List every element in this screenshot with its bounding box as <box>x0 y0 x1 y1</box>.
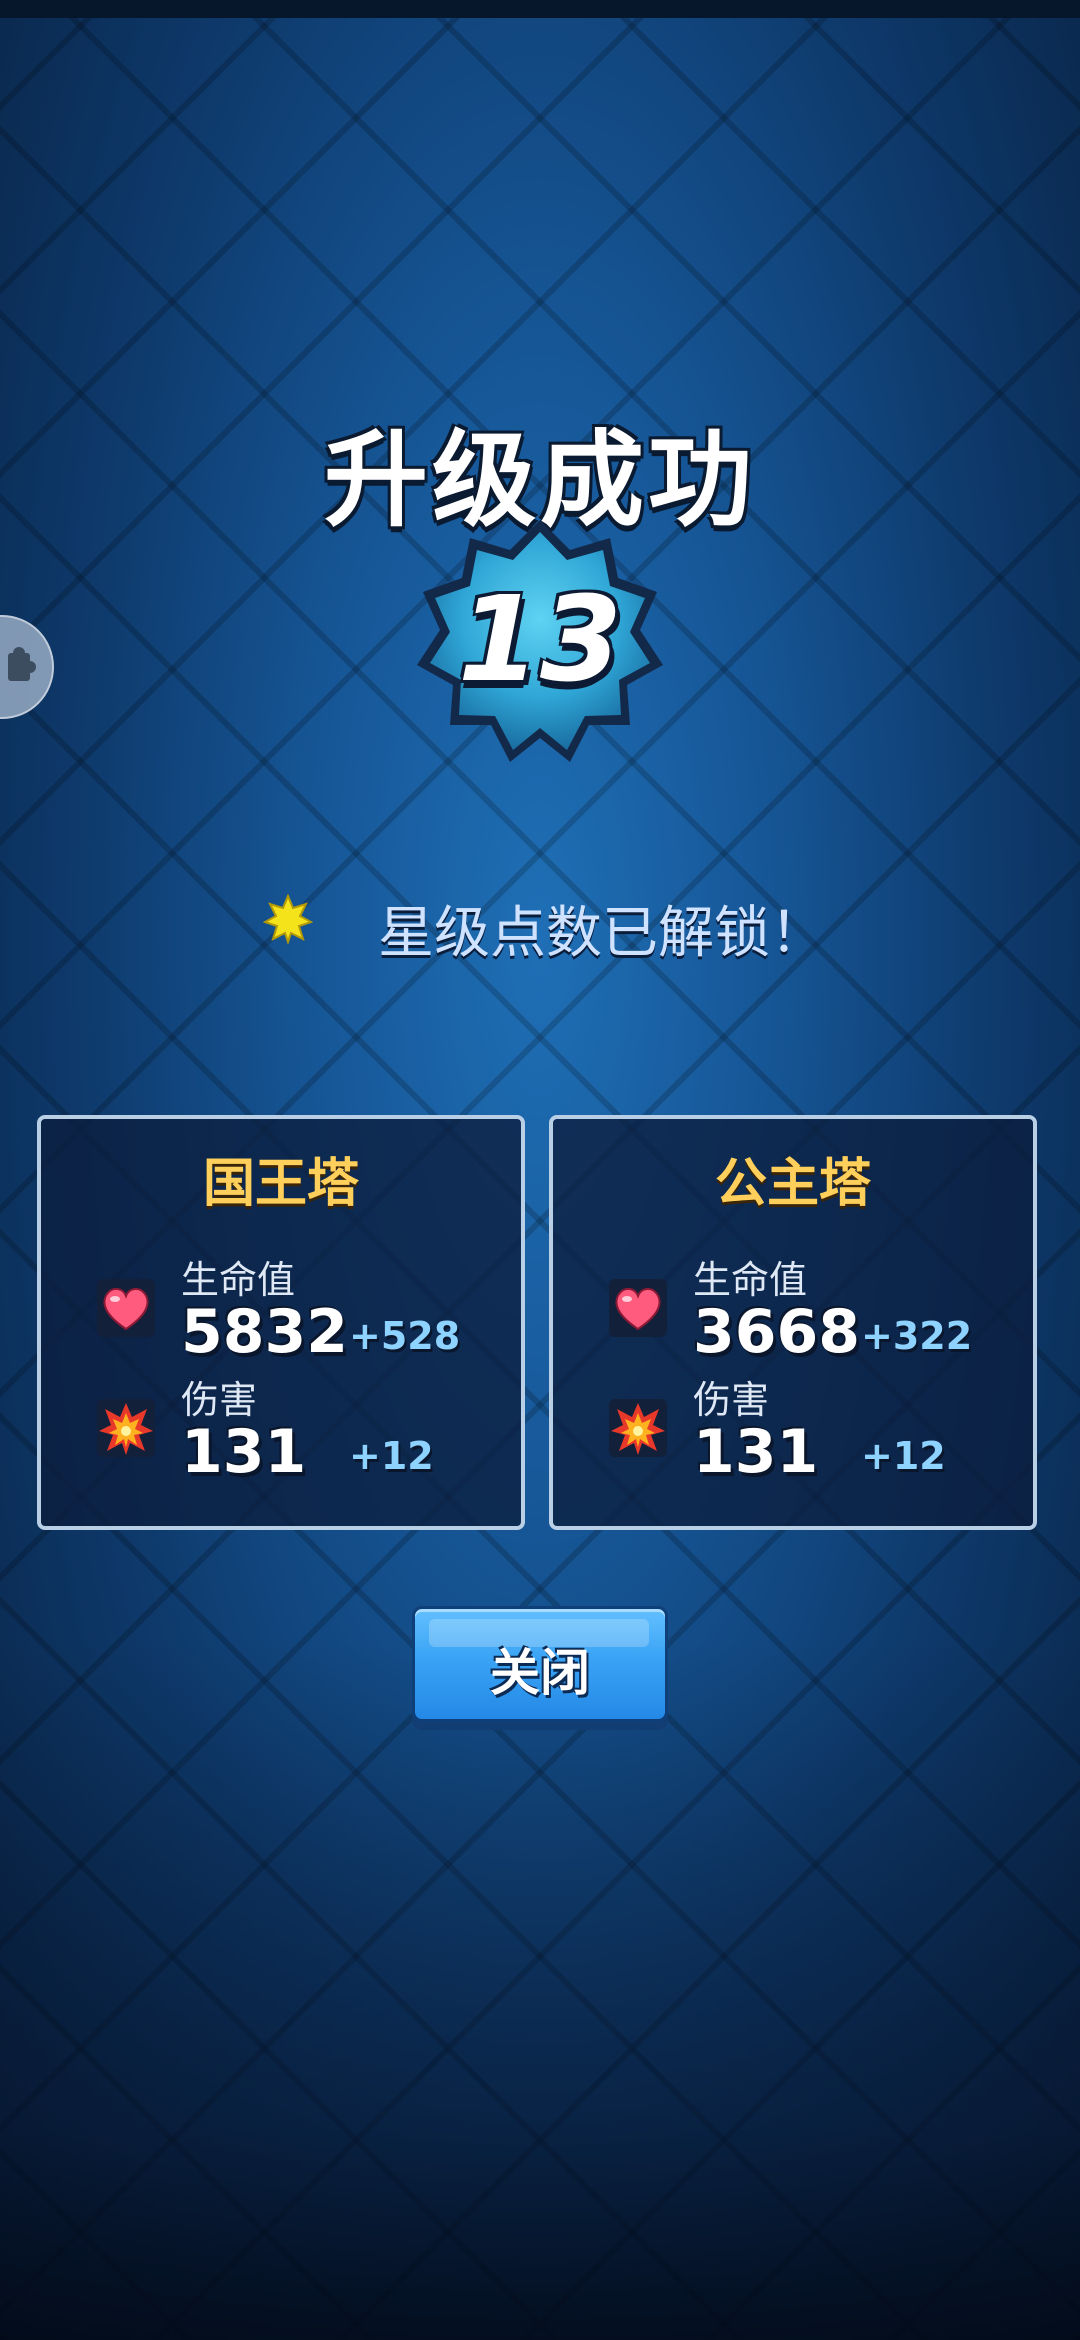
hp-label: 生命值 <box>693 1258 808 1302</box>
explosion-icon <box>609 1399 667 1457</box>
damage-bonus: +12 <box>349 1434 434 1478</box>
puzzle-icon <box>8 647 36 681</box>
princess-tower-panel: 公主塔 生命值 3668 +322 伤害 131 +12 <box>549 1115 1037 1530</box>
hp-value: 3668 <box>693 1297 860 1367</box>
hp-value: 5832 <box>181 1297 348 1367</box>
close-button-label: 关闭 <box>490 1644 590 1702</box>
close-button[interactable]: 关闭 <box>412 1606 668 1722</box>
unlock-message: 星级点数已解锁！ <box>0 880 1080 966</box>
status-bar <box>0 0 1080 18</box>
background-shade <box>0 1640 1080 2340</box>
king-tower-panel: 国王塔 生命值 5832 +528 伤害 131 +12 <box>37 1115 525 1530</box>
hp-label: 生命值 <box>181 1258 296 1302</box>
star-points-icon <box>263 894 313 944</box>
damage-label: 伤害 <box>693 1378 770 1422</box>
damage-label: 伤害 <box>181 1378 258 1422</box>
hp-bonus: +322 <box>861 1314 973 1358</box>
tower-name: 公主塔 <box>714 1154 871 1214</box>
unlock-text: 星级点数已解锁！ <box>378 901 826 966</box>
hp-bonus: +528 <box>349 1314 461 1358</box>
level-number: 13 <box>457 570 623 708</box>
damage-bonus: +12 <box>861 1434 946 1478</box>
explosion-icon <box>97 1399 155 1457</box>
damage-value: 131 <box>181 1417 307 1487</box>
damage-value: 131 <box>693 1417 819 1487</box>
tower-name: 国王塔 <box>202 1154 359 1214</box>
heart-icon <box>97 1279 155 1337</box>
heart-icon <box>609 1279 667 1337</box>
